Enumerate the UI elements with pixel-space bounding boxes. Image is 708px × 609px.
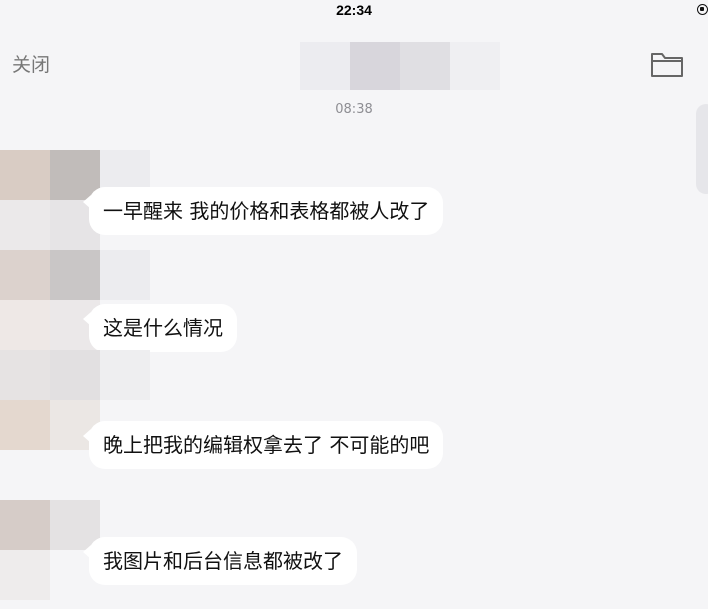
message-text: 我图片和后台信息都被改了	[103, 549, 343, 573]
message-bubble[interactable]: 这是什么情况	[83, 304, 237, 352]
status-time: 22:34	[336, 2, 372, 18]
message-bubble[interactable]: 一早醒来 我的价格和表格都被人改了	[82, 187, 444, 235]
message-bubble[interactable]: 晚上把我的编辑权拿去了 不可能的吧	[82, 421, 444, 469]
message-text: 这是什么情况	[103, 316, 223, 340]
folder-icon	[651, 53, 683, 77]
folder-button[interactable]	[650, 50, 684, 78]
orientation-lock-icon	[697, 4, 708, 15]
navigation-bar: 关闭	[0, 22, 708, 94]
message-text: 晚上把我的编辑权拿去了 不可能的吧	[103, 433, 430, 457]
message-text: 一早醒来 我的价格和表格都被人改了	[103, 199, 430, 223]
blurred-contact-name	[300, 42, 500, 94]
side-panel-edge	[696, 104, 708, 194]
message-bubble[interactable]: 我图片和后台信息都被改了	[83, 537, 357, 585]
close-button[interactable]: 关闭	[12, 50, 50, 77]
status-bar: 22:34	[0, 0, 708, 22]
chat-timestamp: 08:38	[335, 102, 373, 117]
